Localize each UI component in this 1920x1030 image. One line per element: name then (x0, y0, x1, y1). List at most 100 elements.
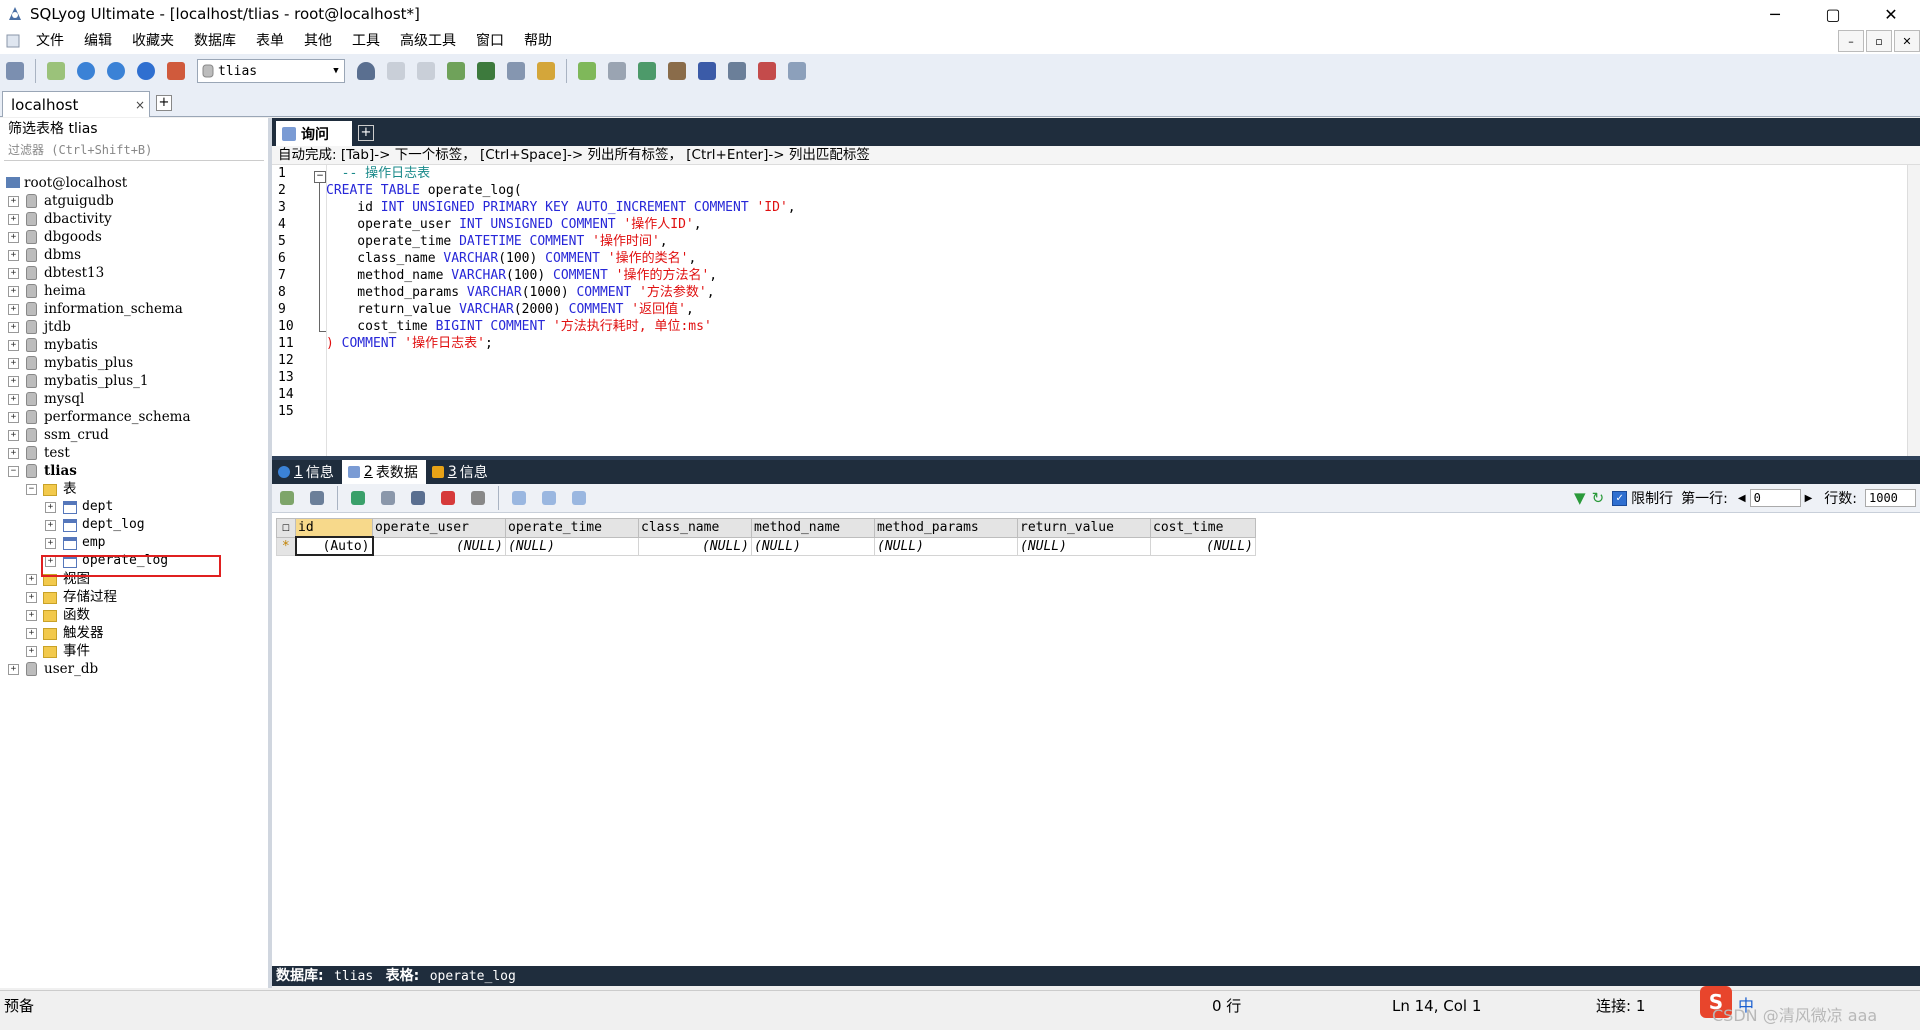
delete-icon[interactable] (435, 485, 461, 511)
tree-db-mybatis[interactable]: + mybatis (0, 336, 268, 354)
column-header[interactable]: id (295, 518, 373, 538)
mdi-minimize-button[interactable]: – (1838, 30, 1864, 52)
user-manager-icon[interactable] (353, 58, 379, 84)
connection-tab-localhost[interactable]: localhost × (2, 91, 150, 117)
query-builder-icon[interactable] (634, 58, 660, 84)
tab-info[interactable]: 3 信息 (426, 460, 496, 484)
alter-table-icon[interactable] (413, 58, 439, 84)
column-header[interactable]: method_name (751, 518, 875, 538)
execute-all-icon[interactable] (103, 58, 129, 84)
job-agent-icon[interactable] (694, 58, 720, 84)
save-icon[interactable] (405, 485, 431, 511)
tab-query[interactable]: 询问 (276, 121, 352, 146)
tree-db-mybatis_plus_1[interactable]: + mybatis_plus_1 (0, 372, 268, 390)
expand-icon[interactable]: + (8, 250, 19, 261)
collapse-icon[interactable]: − (26, 484, 37, 495)
tab-messages[interactable]: 1 信息 (272, 460, 342, 484)
menu-help[interactable]: 帮助 (514, 28, 562, 54)
expand-icon[interactable]: + (8, 268, 19, 279)
save-options-icon[interactable] (304, 485, 330, 511)
next-page-icon[interactable]: ▶ (1805, 493, 1813, 504)
execute-query-icon[interactable] (73, 58, 99, 84)
expand-icon[interactable]: + (26, 628, 37, 639)
add-connection-button[interactable]: + (156, 95, 172, 111)
tree-db-test[interactable]: + test (0, 444, 268, 462)
duplicate-row-icon[interactable] (375, 485, 401, 511)
tree-table-dept_log[interactable]: + dept_log (0, 516, 268, 534)
menu-others[interactable]: 其他 (294, 28, 342, 54)
expand-icon[interactable]: + (8, 322, 19, 333)
grid-cell[interactable]: (NULL) (1150, 536, 1256, 556)
grid-cell[interactable]: (NULL) (372, 536, 506, 556)
collapse-icon[interactable]: − (8, 466, 19, 477)
expand-icon[interactable]: + (45, 538, 56, 549)
tree-db-atguigudb[interactable]: + atguigudb (0, 192, 268, 210)
tree-folder[interactable]: + 函数 (0, 606, 268, 624)
tree-db-dbtest13[interactable]: + dbtest13 (0, 264, 268, 282)
expand-icon[interactable]: + (8, 376, 19, 387)
expand-icon[interactable]: + (45, 502, 56, 513)
expand-icon[interactable]: + (8, 412, 19, 423)
mdi-restore-button[interactable]: ▫ (1866, 30, 1892, 52)
import-icon[interactable] (503, 58, 529, 84)
column-header[interactable]: operate_user (372, 518, 506, 538)
database-selector[interactable]: tlias ▼ (197, 59, 345, 83)
expand-icon[interactable]: + (45, 520, 56, 531)
expand-icon[interactable]: + (26, 646, 37, 657)
tree-db-heima[interactable]: + heima (0, 282, 268, 300)
tree-root[interactable]: root@localhost (0, 174, 268, 192)
backup-icon[interactable] (533, 58, 559, 84)
editor-scrollbar[interactable] (1907, 165, 1920, 456)
first-row-input[interactable]: 0 (1749, 489, 1801, 507)
expand-icon[interactable]: + (26, 592, 37, 603)
column-header[interactable]: method_params (874, 518, 1018, 538)
filter-icon[interactable]: ▼ (1574, 489, 1586, 507)
expand-icon[interactable]: + (26, 574, 37, 585)
menu-database[interactable]: 数据库 (184, 28, 246, 54)
tree-folder[interactable]: + 存储过程 (0, 588, 268, 606)
grid-view-icon[interactable] (506, 485, 532, 511)
migration-icon[interactable] (784, 58, 810, 84)
tab-table-data[interactable]: 2 表数据 (341, 460, 426, 484)
column-header[interactable]: return_value (1017, 518, 1151, 538)
expand-icon[interactable]: + (8, 232, 19, 243)
expand-icon[interactable]: + (8, 286, 19, 297)
schema-sync-icon[interactable] (574, 58, 600, 84)
menu-tools[interactable]: 工具 (342, 28, 390, 54)
expand-icon[interactable]: + (8, 664, 19, 675)
minimize-button[interactable]: ─ (1746, 0, 1804, 28)
insert-row-icon[interactable] (274, 485, 300, 511)
column-header[interactable]: class_name (638, 518, 752, 538)
restore-button[interactable]: ▢ (1804, 0, 1862, 28)
select-all-checkbox[interactable]: ☐ (276, 518, 296, 538)
add-row-icon[interactable] (345, 485, 371, 511)
menu-favorites[interactable]: 收藏夹 (122, 28, 184, 54)
tree-table-emp[interactable]: + emp (0, 534, 268, 552)
close-button[interactable]: ✕ (1862, 0, 1920, 28)
expand-icon[interactable]: + (8, 214, 19, 225)
tree-table-dept[interactable]: + dept (0, 498, 268, 516)
create-table-icon[interactable] (383, 58, 409, 84)
expand-icon[interactable]: + (8, 448, 19, 459)
expand-icon[interactable]: + (8, 358, 19, 369)
grid-cell[interactable]: (NULL) (751, 536, 875, 556)
expand-icon[interactable]: + (8, 196, 19, 207)
sql-code-area[interactable]: -- 操作日志表 CREATE TABLE operate_log( id IN… (326, 165, 1906, 456)
new-query-icon[interactable] (43, 58, 69, 84)
table-row[interactable]: * (Auto) (NULL) (NULL) (NULL) (NULL) (NU… (276, 536, 1256, 556)
tree-db-information_schema[interactable]: + information_schema (0, 300, 268, 318)
refresh-icon[interactable]: ↻ (1592, 489, 1605, 507)
grid-cell[interactable]: (NULL) (1017, 536, 1151, 556)
expand-icon[interactable]: + (8, 394, 19, 405)
menu-window[interactable]: 窗口 (466, 28, 514, 54)
cancel-icon[interactable] (465, 485, 491, 511)
new-connection-icon[interactable] (2, 58, 28, 84)
prev-page-icon[interactable]: ◀ (1738, 493, 1746, 504)
rows-input[interactable]: 1000 (1865, 489, 1916, 507)
schema-icon[interactable] (163, 58, 189, 84)
tree-db-user_db[interactable]: + user_db (0, 660, 268, 678)
form-view-icon[interactable] (536, 485, 562, 511)
grid-cell[interactable]: (NULL) (638, 536, 752, 556)
expand-icon[interactable]: + (26, 610, 37, 621)
grid-cell[interactable]: (NULL) (505, 536, 639, 556)
